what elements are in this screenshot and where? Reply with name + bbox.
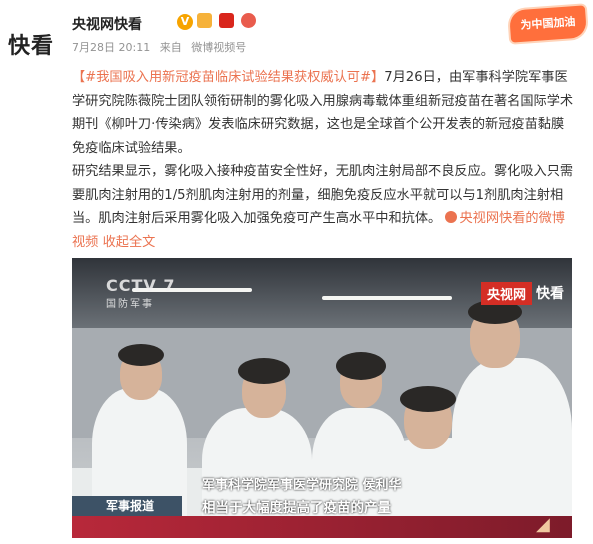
video-link-icon — [445, 211, 458, 223]
account-badges — [197, 13, 259, 28]
medal-icon[interactable] — [240, 13, 256, 28]
weibo-post-card: 快看 央视网快看 V 7月28日 20:11 来自 微博视频号 为中国加油 【#… — [0, 0, 593, 544]
promo-badge[interactable]: 为中国加油 — [508, 5, 588, 43]
post-text: 【#我国吸入用新冠疫苗临床试验结果获权威认可#】7月26日，由军事科学院军事医学… — [72, 66, 577, 254]
ceiling-lamp — [322, 296, 452, 300]
watermark-white: 快看 — [536, 286, 564, 302]
member-icon[interactable] — [197, 13, 212, 28]
account-avatar[interactable]: 快看 — [8, 28, 62, 62]
caption-subtitle: 相当于大幅度提高了疫苗的产量 — [202, 500, 391, 516]
post-paragraph-1: 【#我国吸入用新冠疫苗临床试验结果获权威认可#】7月26日，由军事科学院军事医学… — [72, 66, 577, 160]
researcher-hair — [118, 344, 164, 366]
watermark-red: 央视网 — [480, 281, 532, 305]
post-time[interactable]: 7月28日 20:11 — [72, 41, 150, 54]
post-source[interactable]: 微博视频号 — [191, 41, 246, 54]
hashtag-link[interactable]: 【#我国吸入用新冠疫苗临床试验结果获权威认可#】 — [72, 70, 384, 85]
account-name[interactable]: 央视网快看 — [72, 14, 142, 34]
china-flag-icon[interactable] — [218, 13, 234, 28]
post-meta: 7月28日 20:11 来自 微博视频号 — [72, 39, 252, 55]
researcher-figure — [452, 358, 572, 538]
source-prefix: 来自 — [159, 41, 182, 54]
researcher-hair — [238, 358, 290, 384]
watermark: 央视网 快看 — [480, 281, 564, 305]
researcher-hair — [336, 352, 386, 380]
post-paragraph-2: 研究结果显示，雾化吸入接种疫苗安全性好，无肌肉注射局部不良反应。雾化吸入只需要肌… — [72, 160, 577, 254]
collapse-button[interactable]: 收起全文 — [103, 235, 156, 250]
caption-bar — [72, 516, 572, 538]
researcher-hair — [400, 386, 456, 412]
caption-tag: 军事报道 — [72, 496, 182, 516]
caption-name: 军事科学院军事医学研究院 侯利华 — [202, 478, 402, 493]
channel-corner-icon: ◢ — [536, 514, 550, 535]
verified-badge-icon: V — [177, 14, 193, 30]
cctv-logo: CCTV 7 国防军事 — [106, 276, 176, 310]
video-player[interactable]: CCTV 7 国防军事 央视网 快看 军事科学院军事医学研究院 侯利华 军事报道… — [72, 258, 572, 538]
